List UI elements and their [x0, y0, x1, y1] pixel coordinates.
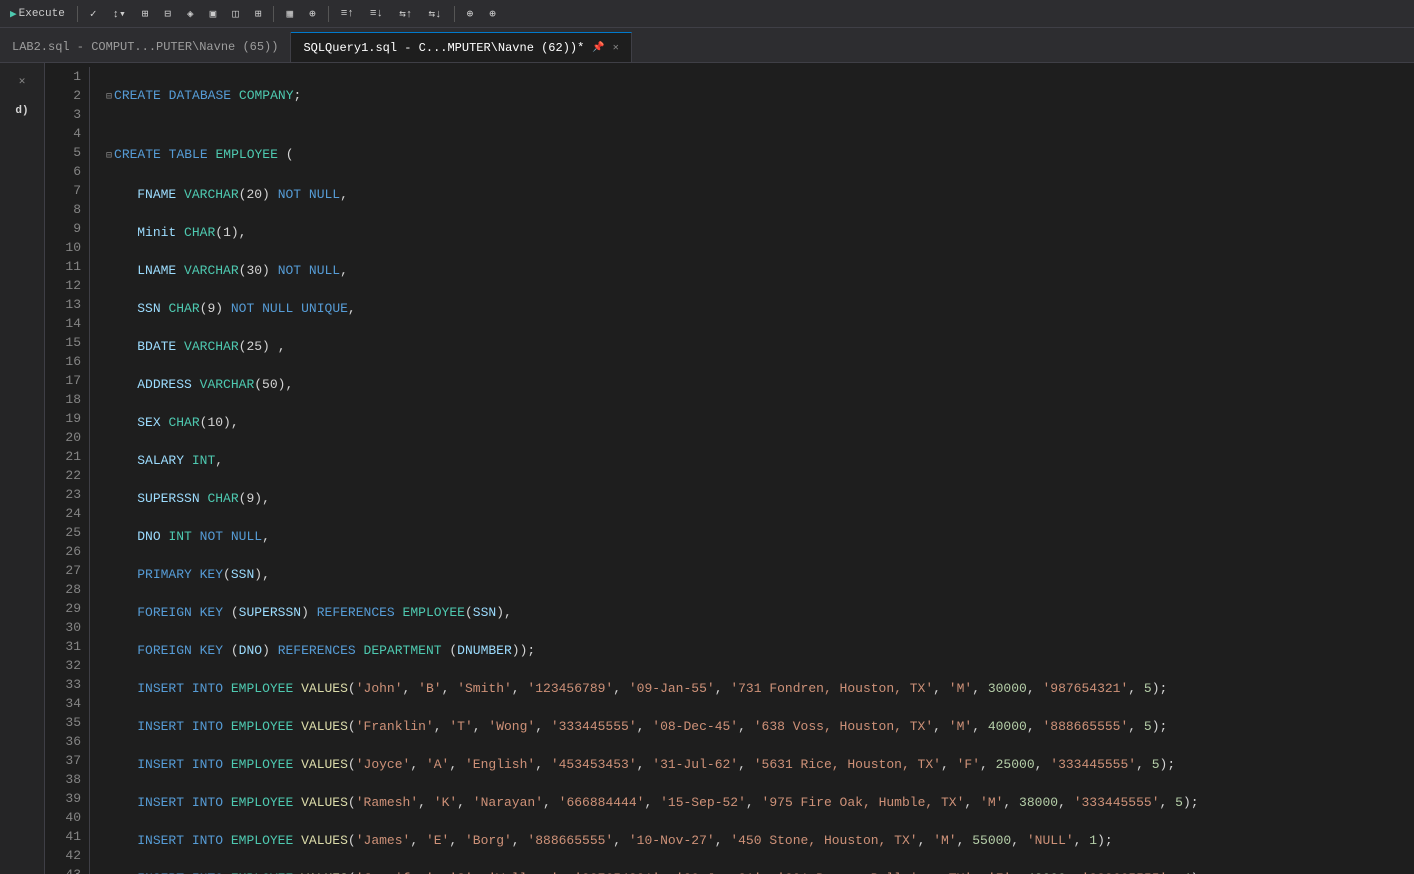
toolbar-btn-9[interactable]: ▦ [280, 5, 299, 23]
toolbar-btn-6[interactable]: ▣ [204, 5, 223, 23]
execute-button[interactable]: ▶ Execute [4, 5, 71, 23]
toolbar-btn-2[interactable]: ↕▾ [106, 5, 131, 23]
toolbar-btn-13[interactable]: ⇆↑ [393, 5, 418, 23]
toolbar-btn-12[interactable]: ≡↓ [364, 6, 389, 22]
code-container: 1234567 891011121314 15161718192021 2223… [45, 67, 1414, 874]
tab-lab2-label: LAB2.sql - COMPUT...PUTER\Navne (65)) [12, 40, 278, 54]
close-icon[interactable]: ✕ [613, 42, 619, 54]
line-numbers: 1234567 891011121314 15161718192021 2223… [45, 67, 90, 874]
toolbar: ▶ Execute ✓ ↕▾ ⊞ ⊟ ◈ ▣ ◫ ⊞ ▦ ⊕ ≡↑ ≡↓ ⇆↑ … [0, 0, 1414, 28]
toolbar-btn-10[interactable]: ⊕ [303, 5, 322, 23]
toolbar-btn-15[interactable]: ⊕ [461, 5, 480, 23]
main-container: ✕ d) 1234567 891011121314 15161718192021… [0, 63, 1414, 874]
toolbar-btn-8[interactable]: ⊞ [249, 5, 268, 23]
toolbar-btn-7[interactable]: ◫ [226, 5, 245, 23]
toolbar-divider-1 [77, 6, 78, 22]
tab-lab2[interactable]: LAB2.sql - COMPUT...PUTER\Navne (65)) [0, 32, 291, 62]
toolbar-btn-5[interactable]: ◈ [181, 5, 200, 23]
editor-area[interactable]: 1234567 891011121314 15161718192021 2223… [45, 63, 1414, 874]
toolbar-divider-4 [454, 6, 455, 22]
toolbar-btn-11[interactable]: ≡↑ [335, 6, 360, 22]
toolbar-btn-16[interactable]: ⊕ [483, 5, 502, 23]
toolbar-btn-3[interactable]: ⊞ [136, 5, 155, 23]
left-panel: ✕ d) [0, 63, 45, 874]
tab-bar: LAB2.sql - COMPUT...PUTER\Navne (65)) SQ… [0, 28, 1414, 63]
toolbar-divider-3 [328, 6, 329, 22]
code-content: ⊟CREATE DATABASE COMPANY; ⊟CREATE TABLE … [90, 67, 1414, 874]
left-panel-item-1[interactable]: d) [4, 97, 40, 125]
parse-button[interactable]: ✓ [84, 5, 103, 23]
tab-sqlquery1[interactable]: SQLQuery1.sql - C...MPUTER\Navne (62))* … [291, 32, 631, 62]
pin-icon[interactable]: 📌 [592, 42, 604, 54]
toolbar-btn-14[interactable]: ⇆↓ [422, 5, 447, 23]
tab-sqlquery1-label: SQLQuery1.sql - C...MPUTER\Navne (62))* [303, 41, 584, 55]
toolbar-divider-2 [273, 6, 274, 22]
toolbar-btn-4[interactable]: ⊟ [158, 5, 177, 23]
left-panel-close[interactable]: ✕ [4, 67, 40, 95]
